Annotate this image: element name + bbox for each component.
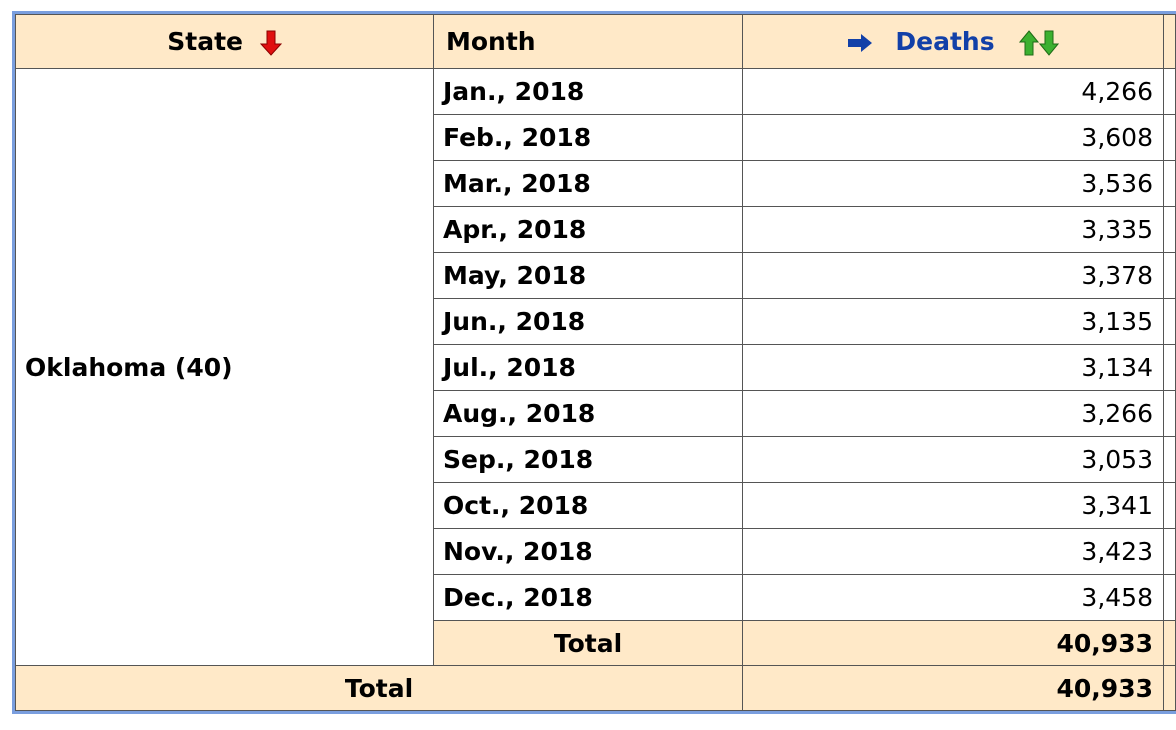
deaths-cell: 3,378: [742, 252, 1164, 299]
spacer-cell: [1163, 574, 1176, 621]
spacer-cell: [1163, 436, 1176, 483]
deaths-header-label[interactable]: Deaths: [895, 27, 994, 56]
spacer-cell: [1163, 482, 1176, 529]
month-cell: Sep., 2018: [433, 436, 743, 483]
spacer-cell: [1163, 620, 1176, 666]
deaths-cell: 3,341: [742, 482, 1164, 529]
header-spacer: [1163, 14, 1176, 69]
grand-total-row: Total 40,933: [15, 665, 1176, 711]
month-header-label: Month: [446, 27, 536, 56]
subtotal-label: Total: [433, 620, 743, 666]
table-body: Oklahoma (40) Jan., 2018 4,266 Feb., 201…: [15, 68, 1176, 711]
month-cell: Aug., 2018: [433, 390, 743, 437]
deaths-cell: 3,423: [742, 528, 1164, 575]
deaths-cell: 3,266: [742, 390, 1164, 437]
month-cell: Jun., 2018: [433, 298, 743, 345]
sort-descending-green-icon[interactable]: [1039, 30, 1060, 56]
deaths-column-header[interactable]: Deaths: [742, 14, 1164, 69]
month-column-header[interactable]: Month: [433, 14, 743, 69]
state-column-header[interactable]: State: [15, 14, 434, 69]
table-row: Oklahoma (40) Jan., 2018 4,266: [15, 68, 1176, 666]
month-cell: Mar., 2018: [433, 160, 743, 207]
deaths-cell: 3,134: [742, 344, 1164, 391]
month-cell: Oct., 2018: [433, 482, 743, 529]
grand-total-value: 40,933: [742, 665, 1164, 711]
deaths-cell: 3,335: [742, 206, 1164, 253]
spacer-cell: [1163, 68, 1176, 115]
deaths-cell: 4,266: [742, 68, 1164, 115]
month-cell: Apr., 2018: [433, 206, 743, 253]
spacer-cell: [1163, 528, 1176, 575]
spacer-cell: [1163, 160, 1176, 207]
deaths-cell: 3,536: [742, 160, 1164, 207]
state-header-label: State: [167, 27, 243, 56]
month-cell: Jul., 2018: [433, 344, 743, 391]
measure-pointer-icon: [847, 33, 873, 53]
spacer-cell: [1163, 344, 1176, 391]
deaths-cell: 3,608: [742, 114, 1164, 161]
state-cell: Oklahoma (40): [15, 68, 434, 666]
deaths-cell: 3,458: [742, 574, 1164, 621]
month-cell: Nov., 2018: [433, 528, 743, 575]
results-table-container: State Month Deaths Oklahoma (40) Jan., 2…: [12, 11, 1176, 714]
month-cell: Dec., 2018: [433, 574, 743, 621]
grand-total-label: Total: [15, 665, 743, 711]
spacer-cell: [1163, 206, 1176, 253]
spacer-cell: [1163, 114, 1176, 161]
spacer-cell: [1163, 298, 1176, 345]
spacer-cell: [1163, 390, 1176, 437]
spacer-cell: [1163, 252, 1176, 299]
month-cell: May, 2018: [433, 252, 743, 299]
header-row: State Month Deaths: [15, 14, 1176, 69]
sort-ascending-icon[interactable]: [1019, 30, 1040, 56]
month-cell: Feb., 2018: [433, 114, 743, 161]
sort-descending-icon[interactable]: [259, 30, 282, 56]
spacer-cell: [1163, 665, 1176, 711]
subtotal-value: 40,933: [742, 620, 1164, 666]
deaths-cell: 3,053: [742, 436, 1164, 483]
month-cell: Jan., 2018: [433, 68, 743, 115]
deaths-cell: 3,135: [742, 298, 1164, 345]
results-table: State Month Deaths Oklahoma (40) Jan., 2…: [15, 14, 1176, 711]
